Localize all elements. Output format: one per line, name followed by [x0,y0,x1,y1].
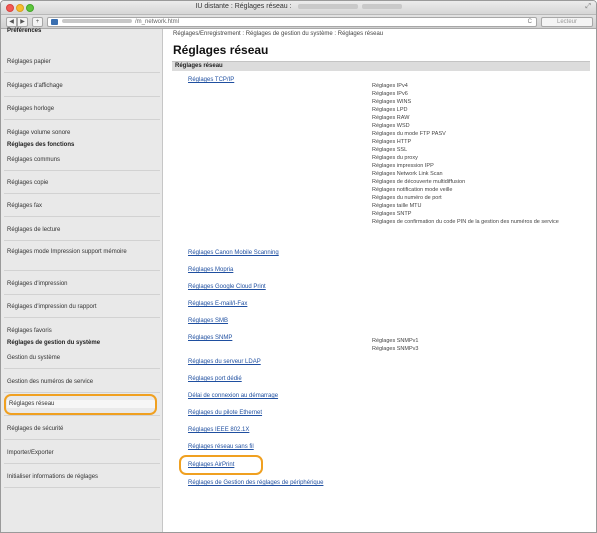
sidebar-item-lecture[interactable]: Réglages de lecture [7,226,157,234]
sidebar-item-communs[interactable]: Réglages communs [7,156,157,164]
link-gestion-peripherique[interactable]: Réglages de Gestion des réglages de péri… [188,480,323,486]
tcpip-subitem: Réglages notification mode veille [372,187,453,193]
title-bar: IU distante : Réglages réseau : ⤢ [1,1,596,15]
tcpip-subitem: Réglages de découverte multidiffusion [372,179,466,185]
browser-toolbar: ◀ ▶ + /m_network.html C Lecteur [1,15,596,29]
link-tcpip[interactable]: Réglages TCP/IP [188,77,234,83]
url-text: /m_network.html [135,19,180,25]
sidebar-item-fax[interactable]: Réglages fax [7,202,157,210]
sidebar-heading-fonctions: Réglages des fonctions [7,142,75,148]
reload-icon[interactable]: C [528,18,532,26]
link-pilote-ethernet[interactable]: Réglages du pilote Ethernet [188,410,262,416]
tcpip-subitem: Réglages HTTP [372,139,412,145]
tcpip-subitem: Réglages IPv4 [372,83,408,89]
sidebar-item-papier[interactable]: Réglages papier [7,58,157,66]
tcpip-subitem: Réglages WSD [372,123,410,129]
sidebar-item-gestion-systeme[interactable]: Gestion du système [7,354,157,362]
sidebar-heading-preferences: Préférences [7,28,42,34]
airprint-highlight [179,455,263,475]
window-title: IU distante : Réglages réseau : [1,3,596,10]
sidebar-item-impression[interactable]: Réglages d'impression [7,280,157,288]
snmp-subitem: Réglages SNMPv1 [372,338,419,344]
tcpip-subitem: Réglages IPv6 [372,91,408,97]
sidebar-item-impression-rapport[interactable]: Réglages d'impression du rapport [7,303,157,311]
sidebar-item-affichage[interactable]: Réglages d'affichage [7,82,157,90]
link-ldap[interactable]: Réglages du serveur LDAP [188,359,261,365]
section-header: Réglages réseau [172,61,590,71]
sidebar-item-horloge[interactable]: Réglages horloge [7,105,157,113]
main-content: Réglages/Enregistrement : Réglages de ge… [164,29,596,532]
link-delai-connexion[interactable]: Délai de connexion au démarrage [188,393,278,399]
sidebar-item-numeros-service[interactable]: Gestion des numéros de service [7,378,157,386]
tcpip-subitem: Réglages SSL [372,147,408,153]
tcpip-subitem: Réglages LPD [372,107,408,113]
link-snmp[interactable]: Réglages SNMP [188,335,232,341]
sidebar-heading-gestion-systeme: Réglages de gestion du système [7,340,101,346]
tcpip-subitem: Réglages SNTP [372,211,412,217]
sidebar-item-copie[interactable]: Réglages copie [7,179,157,187]
link-ieee-8021x[interactable]: Réglages IEEE 802.1X [188,427,249,433]
sidebar: Préférences Réglages papier Réglages d'a… [1,28,163,532]
link-mopria[interactable]: Réglages Mopria [188,267,233,273]
tcpip-subitem: Réglages du mode FTP PASV [372,131,446,137]
browser-window: IU distante : Réglages réseau : ⤢ ◀ ▶ + … [0,0,597,533]
reader-button[interactable]: Lecteur [541,17,593,27]
tcpip-subitem: Réglages impression IPP [372,163,434,169]
link-sans-fil[interactable]: Réglages réseau sans fil [188,444,254,450]
link-port-dedie[interactable]: Réglages port dédié [188,376,242,382]
tcpip-subitem: Réglages WINS [372,99,412,105]
sidebar-item-initialiser[interactable]: Initialiser informations de réglages [7,473,157,481]
snmp-subitem: Réglages SNMPv3 [372,346,419,352]
link-email-ifax[interactable]: Réglages E-mail/I-Fax [188,301,247,307]
selected-item-highlight [4,394,157,415]
fullscreen-icon[interactable]: ⤢ [585,3,591,11]
page-title: Réglages réseau [173,43,269,57]
sidebar-item-favoris[interactable]: Réglages favoris [7,327,157,335]
link-canon-mobile-scanning[interactable]: Réglages Canon Mobile Scanning [188,250,279,256]
sidebar-item-importer-exporter[interactable]: Importer/Exporter [7,449,157,457]
link-smb[interactable]: Réglages SMB [188,318,228,324]
tcpip-subitem: Réglages de confirmation du code PIN de … [372,219,559,225]
tcpip-subitem: Réglages du proxy [372,155,418,161]
tcpip-subitem: Réglages taille MTU [372,203,422,209]
back-button[interactable]: ◀ [6,17,17,27]
tcpip-subitem: Réglages Network Link Scan [372,171,443,177]
sidebar-item-impression-memoire[interactable]: Réglages mode Impression support mémoire [7,248,157,256]
address-bar[interactable]: /m_network.html C [47,17,537,27]
tcpip-subitem: Réglages RAW [372,115,410,121]
breadcrumb: Réglages/Enregistrement : Réglages de ge… [173,31,384,37]
link-google-cloud-print[interactable]: Réglages Google Cloud Print [188,284,266,290]
favicon-icon [51,19,58,25]
tcpip-subitem: Réglages du numéro de port [372,195,442,201]
sidebar-item-securite[interactable]: Réglages de sécurité [7,425,157,433]
sidebar-item-volume[interactable]: Réglage volume sonore [7,129,157,137]
new-tab-button[interactable]: + [32,17,43,27]
forward-button[interactable]: ▶ [17,17,28,27]
